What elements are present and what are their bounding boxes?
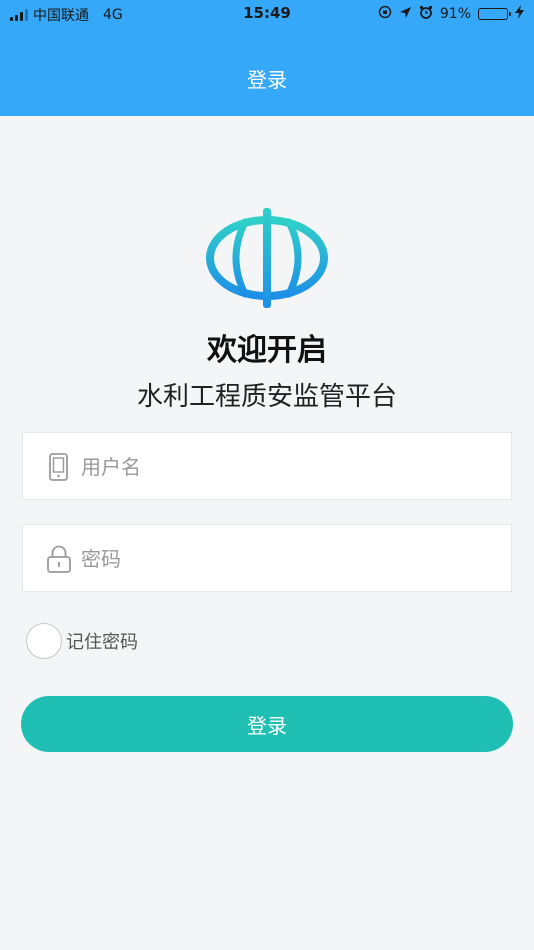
status-bar: 中国联通 4G 15:49 91% (0, 0, 534, 28)
page-title: 登录 (247, 68, 287, 92)
remember-label: 记住密码 (66, 632, 138, 653)
remember-password[interactable]: 记住密码 (26, 623, 138, 659)
password-field[interactable] (22, 524, 512, 593)
welcome-heading: 欢迎开启 (207, 333, 327, 368)
password-input[interactable] (79, 525, 503, 593)
platform-subtitle: 水利工程质安监管平台 (136, 382, 397, 412)
login-button[interactable]: 登录 (21, 696, 513, 752)
username-field[interactable] (22, 432, 512, 501)
remember-checkbox[interactable] (26, 623, 62, 659)
status-right: 91% (378, 5, 524, 23)
alarm-icon (419, 5, 433, 23)
username-input[interactable] (79, 433, 503, 501)
battery-icon (478, 8, 511, 20)
orientation-lock-icon (378, 5, 392, 23)
battery-percent: 91% (439, 6, 471, 22)
water-conservancy-logo-icon (205, 208, 329, 308)
lock-icon (47, 545, 71, 573)
header-bar: 中国联通 4G 15:49 91% 登录 (0, 0, 534, 116)
phone-icon (47, 453, 71, 481)
charging-icon (515, 5, 524, 23)
location-arrow-icon (399, 6, 412, 23)
